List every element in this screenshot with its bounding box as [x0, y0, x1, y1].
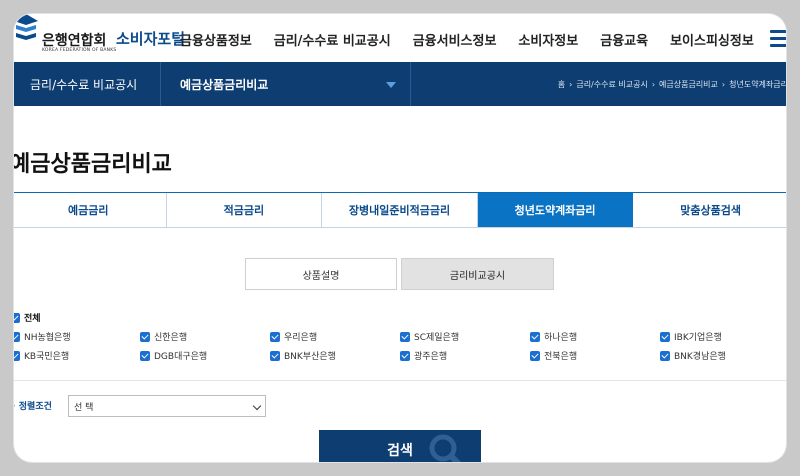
checkbox-bank[interactable]: BNK경남은행: [660, 349, 726, 362]
nav-subsection-label: 예금상품금리비교: [180, 78, 269, 92]
checkbox-label: 광주은행: [414, 352, 448, 362]
sort-label: 정렬조건: [14, 399, 52, 412]
checkbox-label: IBK기업은행: [674, 333, 722, 343]
checkbox-bank[interactable]: IBK기업은행: [660, 330, 722, 343]
nav-subsection-dropdown[interactable]: 예금상품금리비교: [160, 62, 411, 106]
checkbox-checked-icon[interactable]: [14, 312, 20, 323]
hamburger-menu-icon[interactable]: [770, 30, 786, 48]
checkbox-label: NH농협은행: [24, 333, 71, 343]
search-button[interactable]: 검색: [319, 430, 481, 462]
sort-select-value: 선 택: [74, 402, 94, 413]
checkbox-checked-icon[interactable]: [140, 350, 150, 361]
gnb-item-products[interactable]: 금융상품정보: [180, 30, 252, 50]
checkbox-bank[interactable]: 광주은행: [400, 349, 447, 362]
checkbox-label: 전체: [24, 314, 41, 324]
section-navbar: 금리/수수료 비교공시 예금상품금리비교 홈 › 금리/수수료 비교공시 › 예…: [14, 62, 786, 106]
portal-name: 소비자포털: [116, 30, 186, 48]
breadcrumb: 홈 › 금리/수수료 비교공시 › 예금상품금리비교 › 청년도약계좌금리: [558, 79, 786, 90]
checkbox-checked-icon[interactable]: [530, 331, 540, 342]
checkbox-checked-icon[interactable]: [270, 350, 280, 361]
breadcrumb-item[interactable]: 금리/수수료 비교공시: [576, 79, 647, 90]
checkbox-all[interactable]: 전체: [14, 311, 41, 324]
tab-deposit-rate[interactable]: 예금금리: [14, 193, 167, 227]
breadcrumb-item[interactable]: 예금상품금리비교: [659, 79, 718, 90]
checkbox-checked-icon[interactable]: [270, 331, 280, 342]
checkbox-label: SC제일은행: [414, 333, 460, 343]
chevron-down-icon[interactable]: [386, 82, 396, 88]
sort-select[interactable]: 선 택: [68, 395, 266, 417]
nav-section-label: 금리/수수료 비교공시: [30, 78, 138, 92]
tab-youth-leap-account-rate[interactable]: 청년도약계좌금리: [477, 193, 634, 227]
checkbox-bank[interactable]: 전북은행: [530, 349, 577, 362]
org-subtitle: KOREA FEDERATION OF BANKS: [42, 48, 117, 53]
checkbox-label: 전북은행: [544, 352, 578, 362]
bank-federation-logo-icon: [14, 14, 38, 40]
gnb-item-rates[interactable]: 금리/수수료 비교공시: [274, 30, 391, 50]
org-name: 은행연합회: [42, 33, 107, 49]
gnb-item-phishing[interactable]: 보이스피싱정보: [670, 30, 754, 50]
checkbox-label: BNK부산은행: [284, 352, 336, 362]
checkbox-bank[interactable]: 신한은행: [140, 330, 187, 343]
checkbox-checked-icon[interactable]: [660, 331, 670, 342]
site-logo[interactable]: 은행연합회 KOREA FEDERATION OF BANKS 소비자포털: [14, 14, 185, 53]
divider: [14, 380, 786, 381]
tab-savings-rate[interactable]: 적금금리: [167, 193, 323, 227]
checkbox-bank[interactable]: BNK부산은행: [270, 349, 336, 362]
checkbox-label: DGB대구은행: [154, 352, 208, 362]
checkbox-checked-icon[interactable]: [400, 350, 410, 361]
gnb-item-education[interactable]: 금융교육: [600, 30, 648, 50]
checkbox-bank[interactable]: NH농협은행: [14, 330, 71, 343]
checkbox-bank[interactable]: 우리은행: [270, 330, 317, 343]
checkbox-bank[interactable]: KB국민은행: [14, 349, 69, 362]
checkbox-checked-icon[interactable]: [530, 350, 540, 361]
gnb-item-services[interactable]: 금융서비스정보: [413, 30, 497, 50]
product-description-button[interactable]: 상품설명: [245, 258, 397, 290]
breadcrumb-home[interactable]: 홈: [558, 79, 565, 90]
checkbox-checked-icon[interactable]: [660, 350, 670, 361]
page-frame: 은행연합회 KOREA FEDERATION OF BANKS 소비자포털 금융…: [14, 14, 786, 462]
global-nav: 금융상품정보 금리/수수료 비교공시 금융서비스정보 소비자정보 금융교육 보이…: [180, 30, 776, 50]
checkbox-label: 우리은행: [284, 333, 318, 343]
checkbox-checked-icon[interactable]: [14, 331, 20, 342]
chevron-right-icon: ›: [651, 80, 656, 89]
site-header: 은행연합회 KOREA FEDERATION OF BANKS 소비자포털 금융…: [14, 14, 786, 62]
checkbox-checked-icon[interactable]: [140, 331, 150, 342]
checkbox-label: BNK경남은행: [674, 352, 726, 362]
tab-soldier-savings-rate[interactable]: 장병내일준비적금금리: [322, 193, 478, 227]
breadcrumb-current: 청년도약계좌금리: [729, 80, 786, 89]
checkbox-label: 하나은행: [544, 333, 578, 343]
checkbox-bank[interactable]: SC제일은행: [400, 330, 459, 343]
rate-tabs: 예금금리 적금금리 장병내일준비적금금리 청년도약계좌금리 맞춤상품검색: [14, 192, 786, 228]
nav-section[interactable]: 금리/수수료 비교공시: [14, 62, 161, 106]
magnifier-icon: [429, 434, 462, 462]
chevron-right-icon: ›: [721, 80, 726, 89]
checkbox-bank[interactable]: DGB대구은행: [140, 349, 207, 362]
gnb-item-consumer[interactable]: 소비자정보: [518, 30, 578, 50]
checkbox-label: 신한은행: [154, 333, 188, 343]
checkbox-bank[interactable]: 하나은행: [530, 330, 577, 343]
tab-custom-product-search[interactable]: 맞춤상품검색: [633, 193, 786, 227]
page-title: 예금상품금리비교: [14, 152, 172, 177]
checkbox-label: KB국민은행: [24, 352, 70, 362]
checkbox-checked-icon[interactable]: [14, 350, 20, 361]
checkbox-checked-icon[interactable]: [400, 331, 410, 342]
chevron-down-icon: [252, 401, 262, 411]
chevron-right-icon: ›: [569, 80, 573, 89]
rate-comparison-button[interactable]: 금리비교공시: [401, 258, 554, 290]
search-button-label: 검색: [387, 443, 413, 459]
